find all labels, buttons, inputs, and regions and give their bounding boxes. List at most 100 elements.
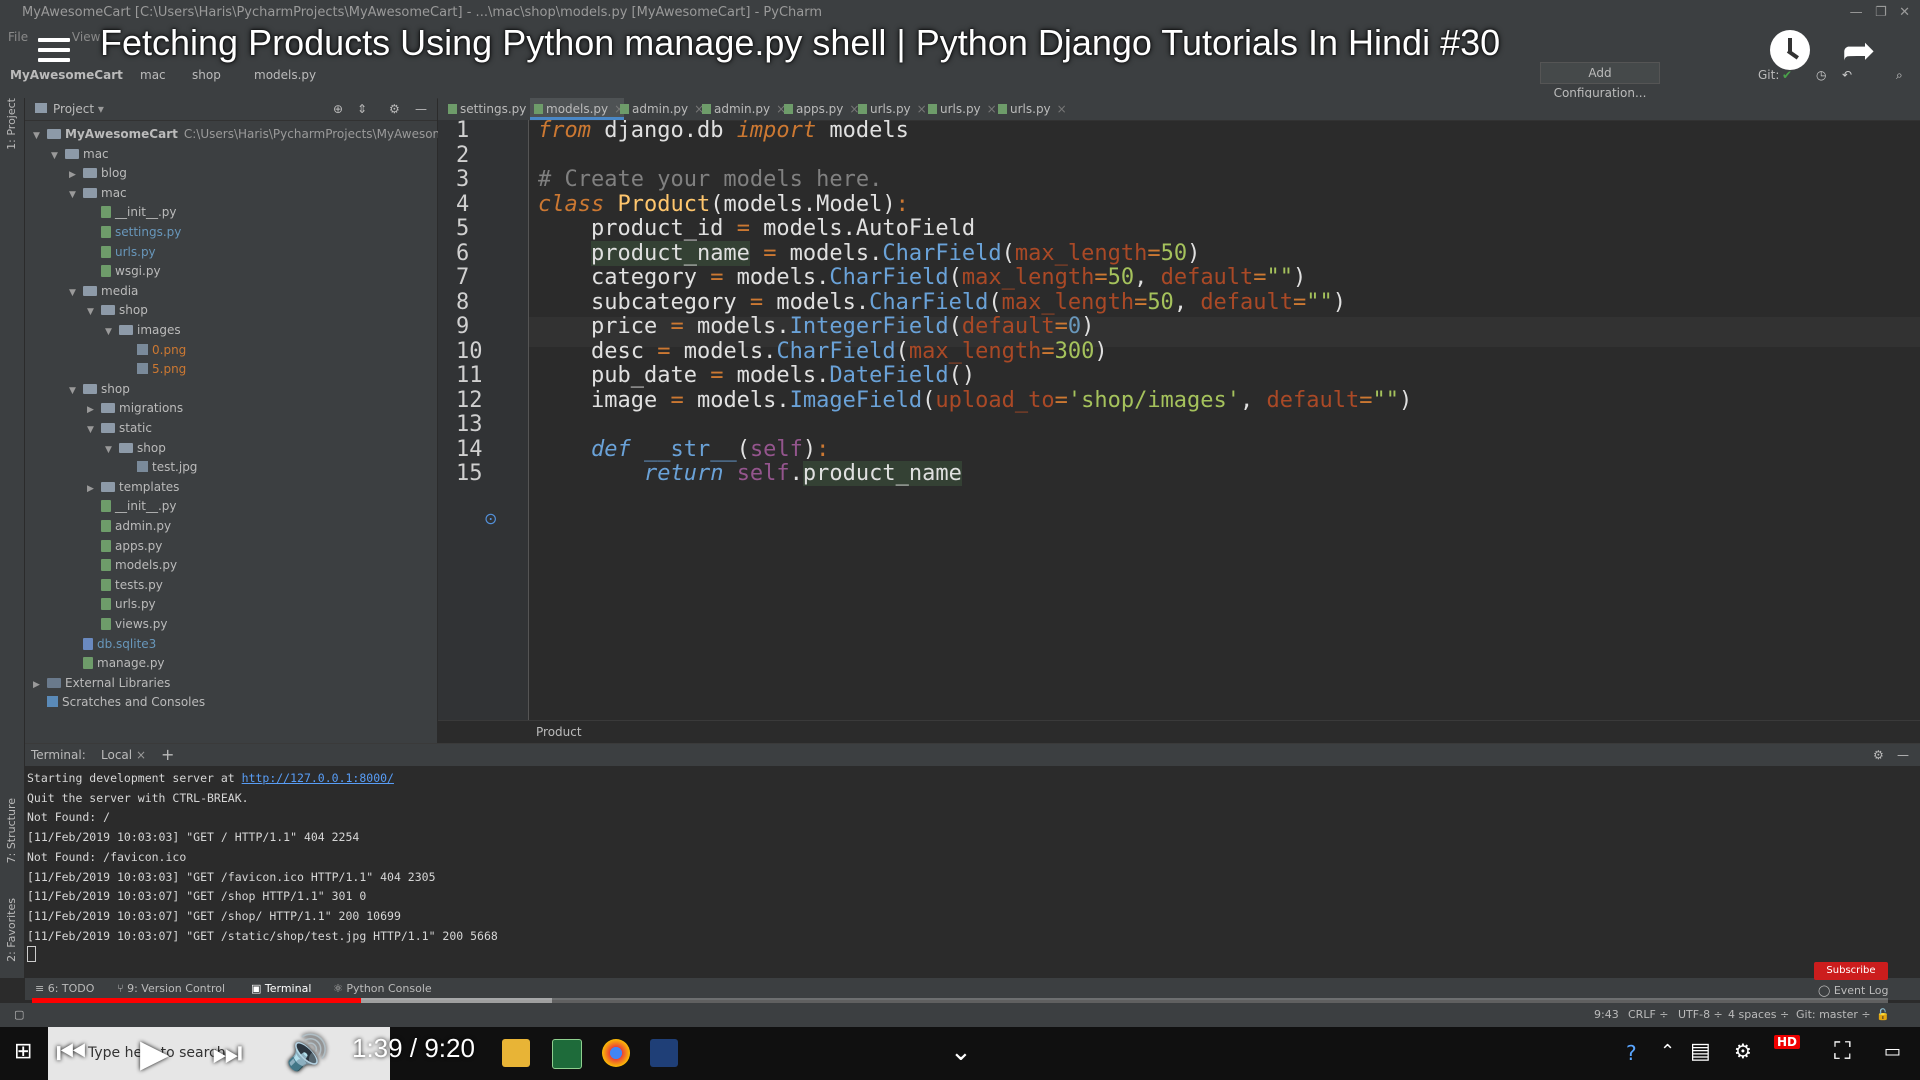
collapsed-arrow-icon[interactable]: ▶: [69, 166, 83, 185]
editor-breadcrumb[interactable]: Product: [536, 725, 582, 739]
structure-tool-tab[interactable]: 7: Structure: [5, 798, 18, 863]
tree-item[interactable]: ▼ static: [87, 419, 152, 438]
expanded-arrow-icon[interactable]: ▼: [87, 421, 101, 440]
pycharm-taskbar-icon[interactable]: [552, 1039, 582, 1069]
subtitles-icon[interactable]: ▤: [1690, 1039, 1711, 1064]
tree-item[interactable]: wsgi.py: [87, 262, 161, 281]
code-line[interactable]: def __str__(self):: [538, 437, 829, 462]
tree-item[interactable]: ▼ images: [105, 321, 181, 340]
tree-item[interactable]: models.py: [87, 556, 177, 575]
tree-item[interactable]: ▼ shop: [69, 380, 130, 399]
editor-tab[interactable]: urls.py ×: [994, 98, 1067, 120]
caret-position[interactable]: 9:43: [1594, 1003, 1619, 1027]
expanded-arrow-icon[interactable]: ▼: [87, 303, 101, 322]
editor-tab[interactable]: models.py×: [530, 98, 625, 120]
terminal-panel[interactable]: Terminal: Local × + ⚙ — Starting develop…: [25, 743, 1920, 979]
notifications-icon[interactable]: ▭: [1884, 1041, 1901, 1062]
chevron-down-icon[interactable]: ⌄: [950, 1037, 972, 1067]
expanded-arrow-icon[interactable]: ▼: [51, 147, 65, 166]
code-line[interactable]: image = models.ImageField(upload_to='sho…: [538, 388, 1412, 413]
collapsed-arrow-icon[interactable]: ▶: [87, 480, 101, 499]
tree-item[interactable]: urls.py: [87, 595, 156, 614]
windows-start-icon[interactable]: ⊞: [14, 1039, 32, 1064]
breadcrumb-project[interactable]: MyAwesomeCart: [10, 68, 123, 82]
editor-tab[interactable]: apps.py ×: [780, 98, 859, 120]
subscribe-button[interactable]: Subscribe: [1814, 962, 1888, 980]
tree-item[interactable]: ▼ media: [69, 282, 138, 301]
tree-item[interactable]: ▼ shop: [87, 301, 148, 320]
code-line[interactable]: price = models.IntegerField(default=0): [538, 314, 1094, 339]
terminal-hide-icon[interactable]: —: [1897, 744, 1909, 766]
tree-item[interactable]: views.py: [87, 615, 167, 634]
tree-item[interactable]: __init__.py: [87, 203, 177, 222]
tree-item[interactable]: ▶ migrations: [87, 399, 183, 418]
code-line[interactable]: return self.product_name: [538, 461, 962, 486]
tree-item[interactable]: ▶ External Libraries: [33, 674, 170, 693]
add-configuration-button[interactable]: Add Configuration...: [1540, 62, 1660, 100]
new-terminal-icon[interactable]: +: [161, 744, 174, 766]
search-everywhere-icon[interactable]: ⌕: [1896, 68, 1903, 83]
close-tab-icon[interactable]: ×: [1057, 102, 1067, 116]
tree-item[interactable]: Scratches and Consoles: [33, 693, 205, 712]
version-control-tool-tab[interactable]: ⑂ 9: Version Control: [117, 978, 225, 1000]
tree-item[interactable]: ▼ shop: [105, 439, 166, 458]
file-explorer-icon[interactable]: [502, 1039, 530, 1067]
expanded-arrow-icon[interactable]: ▼: [105, 323, 119, 342]
settings-gear-icon[interactable]: ⚙: [389, 98, 400, 120]
code-line[interactable]: category = models.CharField(max_length=5…: [538, 265, 1306, 290]
editor-tab[interactable]: admin.py ×: [698, 98, 786, 120]
tree-item[interactable]: apps.py: [87, 537, 162, 556]
breadcrumb-shop[interactable]: shop: [192, 68, 221, 82]
tray-expand-icon[interactable]: ⌃: [1660, 1041, 1675, 1062]
menu-file[interactable]: File: [8, 30, 28, 44]
collapse-all-icon[interactable]: ⇕: [357, 98, 367, 120]
code-editor[interactable]: settings.py×models.py×admin.py×admin.py×…: [438, 98, 1920, 744]
expanded-arrow-icon[interactable]: ▼: [69, 186, 83, 205]
tree-item[interactable]: 0.png: [123, 341, 186, 360]
tree-item[interactable]: admin.py: [87, 517, 171, 536]
editor-tab[interactable]: admin.py ×: [616, 98, 704, 120]
tree-item[interactable]: ▶ templates: [87, 478, 179, 497]
tree-item[interactable]: test.jpg: [123, 458, 197, 477]
tree-item[interactable]: __init__.py: [87, 497, 177, 516]
tree-item[interactable]: ▼ MyAwesomeCart C:\Users\Haris\PycharmProj…: [33, 125, 477, 144]
status-layout-icon[interactable]: ▢: [14, 1003, 24, 1027]
terminal-tool-tab[interactable]: ▣ Terminal: [251, 978, 311, 1000]
expanded-arrow-icon[interactable]: ▼: [105, 441, 119, 460]
chevron-down-icon[interactable]: ▾: [98, 102, 104, 116]
expanded-arrow-icon[interactable]: ▼: [69, 284, 83, 303]
close-icon[interactable]: ×: [136, 748, 146, 762]
youtube-menu-icon[interactable]: [38, 38, 70, 62]
tree-item[interactable]: 5.png: [123, 360, 186, 379]
line-separator[interactable]: CRLF ÷: [1628, 1003, 1669, 1027]
breadcrumb-file[interactable]: models.py: [254, 68, 316, 82]
todo-tool-tab[interactable]: ≡ 6: TODO: [35, 978, 94, 1000]
menu-view[interactable]: View: [72, 30, 100, 44]
editor-tab[interactable]: settings.py×: [444, 98, 542, 120]
tree-item[interactable]: ▶ blog: [69, 164, 127, 183]
tree-item[interactable]: manage.py: [69, 654, 165, 673]
history-icon[interactable]: ◷: [1816, 68, 1826, 82]
code-line[interactable]: product_id = models.AutoField: [538, 216, 975, 241]
tree-item[interactable]: tests.py: [87, 576, 163, 595]
code-line[interactable]: desc = models.CharField(max_length=300): [538, 339, 1108, 364]
volume-icon[interactable]: 🔊: [286, 1033, 328, 1073]
tree-item[interactable]: settings.py: [87, 223, 181, 242]
video-title[interactable]: Fetching Products Using Python manage.py…: [100, 22, 1500, 64]
code-line[interactable]: from django.db import models: [538, 118, 909, 143]
indent-setting[interactable]: 4 spaces ÷: [1728, 1003, 1789, 1027]
commit-check-icon[interactable]: ✔: [1782, 68, 1792, 82]
terminal-settings-icon[interactable]: ⚙: [1873, 744, 1884, 766]
tree-item[interactable]: urls.py: [87, 243, 156, 262]
git-branch[interactable]: Git: master ÷: [1796, 1003, 1871, 1027]
breadcrumb-mac[interactable]: mac: [140, 68, 166, 82]
hide-panel-icon[interactable]: —: [415, 98, 427, 120]
locate-file-icon[interactable]: ⊕: [333, 98, 343, 120]
fullscreen-icon[interactable]: ⛶: [1834, 1037, 1851, 1065]
event-log-button[interactable]: ◯ Event Log: [1818, 984, 1888, 997]
project-view-selector[interactable]: Project: [53, 102, 94, 116]
powershell-taskbar-icon[interactable]: [650, 1039, 678, 1067]
expanded-arrow-icon[interactable]: ▼: [69, 382, 83, 401]
editor-tab[interactable]: urls.py ×: [854, 98, 927, 120]
collapsed-arrow-icon[interactable]: ▶: [87, 401, 101, 420]
